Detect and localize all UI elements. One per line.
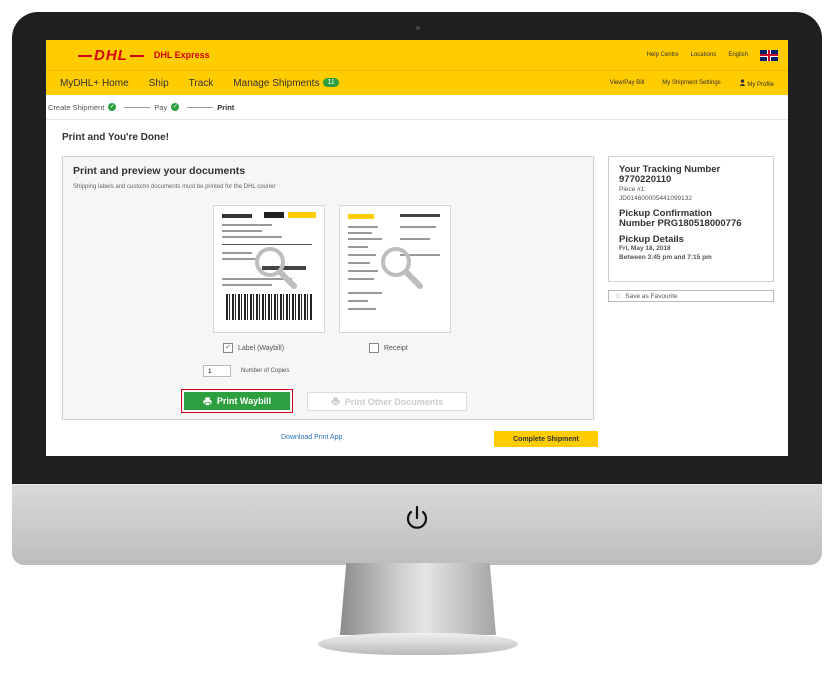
check-icon: ✓ (171, 103, 180, 111)
pickup-details-title: Pickup Details (619, 234, 684, 245)
printer-icon (203, 396, 212, 406)
nav-track[interactable]: Track (189, 78, 214, 89)
step-divider (124, 106, 151, 108)
nav-manage-shipments[interactable]: Manage Shipments 11 (233, 77, 339, 89)
help-centre-link[interactable]: Help Centre (647, 52, 679, 58)
print-waybill-label: Print Waybill (216, 396, 272, 406)
check-icon: ✓ (108, 103, 117, 111)
progress-steps: Create Shipment ✓ Pay ✓ Print (46, 95, 788, 120)
brand-name: DHL Express (153, 50, 210, 60)
nav-right-links: View/Pay Bill My Shipment Settings My Pr… (610, 78, 774, 88)
print-panel: Print and preview your documents Shippin… (62, 156, 594, 441)
main-content: Print and You're Done! Print and preview… (56, 126, 782, 456)
copies-label: Number of Copies (241, 368, 290, 374)
pickup-time: Between 3:45 pm and 7:15 pm (619, 254, 712, 261)
tracking-summary: Your Tracking Number 9770220110 Piece #1… (608, 156, 774, 282)
piece-number: JD014600005441099132 (619, 195, 693, 202)
top-links: Help Centre Locations English (647, 49, 778, 61)
step-create-shipment[interactable]: Create Shipment (48, 103, 104, 112)
language-selector[interactable]: English (728, 52, 748, 58)
magnifier-icon (381, 247, 423, 289)
page-title: Print and You're Done! (62, 132, 170, 143)
browser-screen: DHL DHL Express Help Centre Locations En… (46, 40, 788, 456)
my-profile-label: My Profile (747, 81, 774, 88)
tracking-number: 9770220110 (619, 174, 672, 185)
shipments-count-badge: 11 (323, 78, 339, 88)
print-panel-title: Print and preview your documents (73, 165, 246, 177)
label-preview[interactable] (213, 205, 325, 333)
download-print-app-link[interactable]: Download Print App (281, 434, 342, 441)
save-as-favourite-button[interactable]: ☆ Save as Favourite (608, 290, 774, 302)
locations-link[interactable]: Locations (691, 52, 717, 58)
receipt-checkbox-label: Receipt (384, 344, 408, 352)
power-icon[interactable] (404, 505, 430, 533)
receipt-checkbox-row[interactable]: Receipt (369, 343, 408, 353)
person-icon (739, 78, 745, 86)
nav-mydhl-home[interactable]: MyDHL+ Home (60, 78, 129, 89)
piece-label: Piece #1: (619, 186, 647, 193)
print-other-documents-label: Print Other Documents (344, 396, 444, 407)
header-top-bar: DHL DHL Express Help Centre Locations En… (46, 40, 788, 70)
uk-flag-icon[interactable] (760, 49, 778, 61)
barcode (226, 294, 312, 320)
receipt-checkbox[interactable] (369, 343, 379, 353)
camera-dot (416, 26, 420, 30)
print-waybill-button[interactable]: Print Waybill (184, 392, 290, 410)
printer-icon (331, 397, 340, 406)
receipt-preview[interactable] (339, 205, 451, 333)
pickup-date: Fri, May 18, 2018 (619, 245, 671, 252)
view-pay-bill-link[interactable]: View/Pay Bill (610, 80, 645, 86)
monitor-stand-neck (340, 563, 496, 635)
print-panel-subtitle: Shipping labels and customs documents mu… (73, 184, 276, 190)
monitor-stand-base (318, 633, 518, 655)
step-print: Print (217, 102, 235, 112)
my-profile-link[interactable]: My Profile (739, 78, 774, 88)
copies-input[interactable]: 1 (203, 365, 231, 377)
step-divider (187, 106, 214, 108)
dhl-logo[interactable]: DHL (76, 47, 146, 64)
label-checkbox-row[interactable]: ✓ Label (Waybill) (223, 343, 284, 353)
label-checkbox-label: Label (Waybill) (238, 344, 285, 352)
nav-manage-shipments-label: Manage Shipments (233, 77, 320, 89)
label-checkbox[interactable]: ✓ (223, 343, 233, 353)
step-pay[interactable]: Pay (154, 103, 167, 112)
print-waybill-highlight: Print Waybill (181, 389, 293, 413)
pickup-confirmation-number: Number PRG180518000776 (619, 218, 742, 229)
star-icon: ☆ (615, 293, 622, 300)
save-as-favourite-label: Save as Favourite (625, 292, 678, 300)
complete-shipment-button[interactable]: Complete Shipment (494, 431, 598, 447)
main-nav: MyDHL+ Home Ship Track Manage Shipments 1… (46, 70, 788, 95)
print-other-documents-button[interactable]: Print Other Documents (307, 392, 467, 411)
shipment-settings-link[interactable]: My Shipment Settings (662, 80, 720, 86)
nav-ship[interactable]: Ship (149, 78, 169, 89)
magnifier-icon (255, 247, 297, 289)
